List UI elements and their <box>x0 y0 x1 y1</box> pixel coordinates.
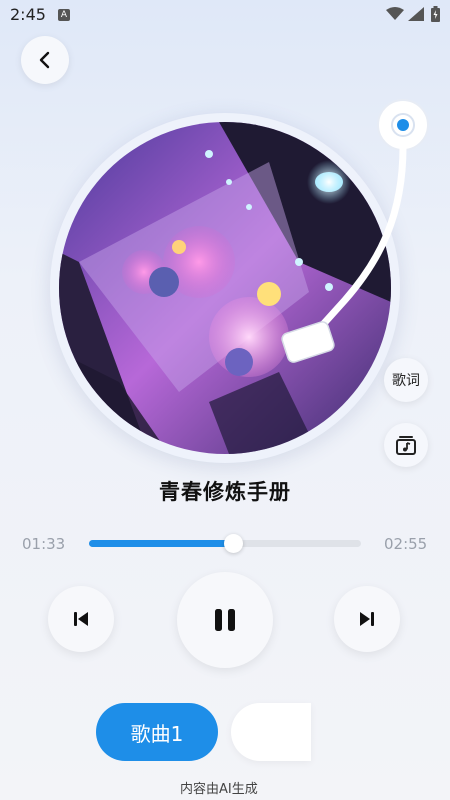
accessibility-badge: A <box>58 9 70 21</box>
next-button[interactable] <box>334 586 400 652</box>
signal-icon <box>408 7 424 21</box>
back-button[interactable] <box>21 36 69 84</box>
song-chip-next[interactable] <box>231 703 311 761</box>
song-title: 青春修炼手册 <box>159 480 291 504</box>
lyrics-button[interactable]: 歌词 <box>384 358 428 402</box>
pause-icon <box>215 609 235 631</box>
chevron-left-icon <box>39 51 50 69</box>
progress-slider[interactable] <box>89 534 361 553</box>
lyrics-label: 歌词 <box>392 373 420 389</box>
play-pause-button[interactable] <box>177 572 273 668</box>
song-chip-selected[interactable]: 歌曲1 <box>96 703 218 761</box>
battery-icon <box>431 6 440 22</box>
progress-fill <box>89 540 234 547</box>
ai-generated-notice: 内容由AI生成 <box>180 782 258 797</box>
skip-next-icon <box>360 612 374 626</box>
total-time: 02:55 <box>384 535 428 553</box>
tonearm <box>281 99 429 363</box>
wifi-icon <box>386 7 404 20</box>
previous-button[interactable] <box>48 586 114 652</box>
progress-thumb[interactable] <box>224 534 244 553</box>
album-switch-button[interactable] <box>384 423 428 467</box>
status-time: 2:45 <box>10 5 46 24</box>
music-library-icon <box>396 436 416 455</box>
status-bar: 2:45 A <box>0 0 450 30</box>
current-time: 01:33 <box>22 535 66 553</box>
skip-previous-icon <box>74 612 88 626</box>
